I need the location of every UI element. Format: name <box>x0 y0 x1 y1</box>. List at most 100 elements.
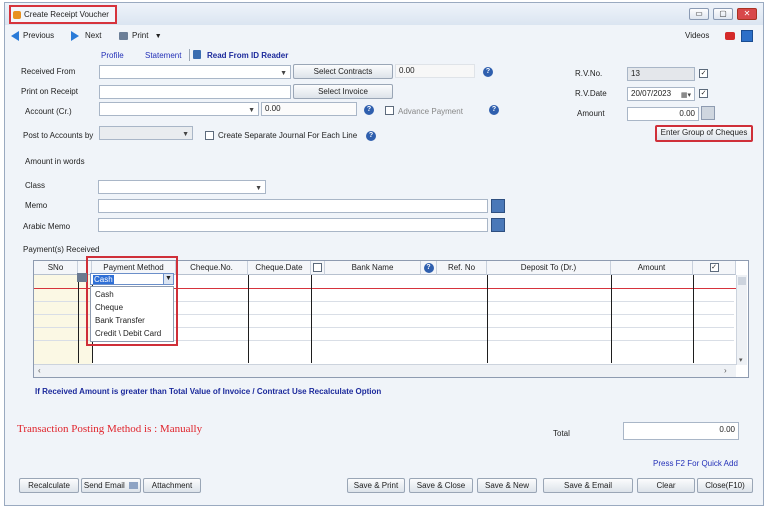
payment-method-combo[interactable]: Cash ▼ <box>90 273 174 285</box>
toolbar: Previous Next Print ▼ Videos <box>5 25 763 47</box>
vertical-scrollbar[interactable]: ▾ <box>736 275 747 365</box>
window-layout-icon[interactable] <box>741 30 753 42</box>
received-from-label: Received From <box>21 67 76 76</box>
dropdown-option-bank-transfer[interactable]: Bank Transfer <box>95 314 145 327</box>
total-field: 0.00 <box>623 422 739 440</box>
youtube-icon[interactable] <box>725 32 735 40</box>
statement-link[interactable]: Statement <box>145 51 181 60</box>
recalculate-button[interactable]: Recalculate <box>19 478 79 493</box>
enter-group-cheques-button[interactable]: Enter Group of Cheques <box>655 125 753 142</box>
print-on-receipt-input[interactable] <box>99 85 291 99</box>
select-contracts-button[interactable]: Select Contracts <box>293 64 393 79</box>
amount-label: Amount <box>577 109 605 118</box>
id-card-icon <box>193 50 201 59</box>
dropdown-option-cash[interactable]: Cash <box>95 288 114 301</box>
rv-no-field: 13 <box>627 67 695 81</box>
received-from-combo[interactable]: ▼ <box>99 65 291 79</box>
column-header[interactable]: Bank Name <box>325 261 421 275</box>
save-new-button[interactable]: Save & New <box>477 478 537 493</box>
rv-date-picker[interactable]: 20/07/2023 ▦▾ <box>627 87 695 101</box>
column-header[interactable]: Amount <box>611 261 693 275</box>
column-header[interactable]: SNo <box>34 261 78 275</box>
title-bar: Create Receipt Voucher ▭ ▢ ✕ <box>5 3 763 25</box>
column-divider <box>311 275 312 363</box>
save-close-button[interactable]: Save & Close <box>409 478 473 493</box>
column-divider <box>78 275 79 363</box>
help-icon[interactable]: ? <box>489 105 499 115</box>
amount-checkbox[interactable]: ✓ <box>709 263 719 272</box>
rv-date-checkbox[interactable]: ✓ <box>699 89 708 98</box>
column-header[interactable]: Cheque.Date <box>248 261 311 275</box>
close-window-button[interactable]: ✕ <box>737 8 757 20</box>
calculator-icon[interactable] <box>701 106 715 120</box>
arrow-left-icon <box>11 30 19 41</box>
scroll-down-icon[interactable]: ▾ <box>739 356 743 364</box>
chevron-down-icon: ▼ <box>255 185 262 192</box>
window-title-box: Create Receipt Voucher <box>9 5 117 24</box>
print-button[interactable]: Print ▼ <box>119 29 162 43</box>
select-invoice-button[interactable]: Select Invoice <box>293 84 393 99</box>
send-email-button[interactable]: Send Email <box>81 478 141 493</box>
post-to-combo[interactable]: ▼ <box>99 126 193 140</box>
window-title: Create Receipt Voucher <box>24 10 109 19</box>
attachment-button[interactable]: Attachment <box>143 478 201 493</box>
divider <box>189 49 190 61</box>
previous-button[interactable]: Previous <box>11 29 54 43</box>
class-label: Class <box>25 181 46 190</box>
printer-icon <box>119 31 128 40</box>
scroll-left-icon[interactable]: ‹ <box>38 366 41 375</box>
scrollbar-thumb[interactable] <box>738 277 746 285</box>
close-button[interactable]: Close(F10) <box>697 478 753 493</box>
account-amount: 0.00 <box>261 102 357 116</box>
payment-method-dropdown: Cash Cheque Bank Transfer Credit \ Debit… <box>90 286 174 342</box>
calendar-icon: ▦▾ <box>680 92 691 99</box>
help-icon[interactable]: ? <box>483 67 493 77</box>
keyboard-icon[interactable] <box>491 218 505 232</box>
memo-label: Memo <box>25 201 48 210</box>
class-combo[interactable]: ▼ <box>98 180 266 194</box>
clear-button[interactable]: Clear <box>637 478 695 493</box>
horizontal-scrollbar[interactable]: ‹ › <box>34 364 736 377</box>
chevron-down-icon: ▼ <box>182 131 189 138</box>
account-combo[interactable]: ▼ <box>99 102 259 116</box>
column-header[interactable]: Cheque.No. <box>176 261 248 275</box>
total-label: Total <box>553 429 570 438</box>
column-header[interactable]: Ref. No <box>437 261 487 275</box>
save-email-button[interactable]: Save & Email <box>543 478 633 493</box>
next-button[interactable]: Next <box>71 29 101 43</box>
minimize-button[interactable]: ▭ <box>689 8 709 20</box>
chevron-down-icon: ▼ <box>154 33 162 40</box>
read-id-link[interactable]: Read From ID Reader <box>207 51 288 60</box>
column-header[interactable]: Deposit To (Dr.) <box>487 261 611 275</box>
select-all-checkbox[interactable] <box>313 263 322 272</box>
profile-link[interactable]: Profile <box>101 51 124 60</box>
separate-journal-checkbox[interactable] <box>205 131 214 140</box>
chevron-down-icon[interactable]: ▼ <box>163 274 173 284</box>
posting-method-text: Transaction Posting Method is : Manually <box>17 423 203 435</box>
arrow-right-icon <box>71 30 79 41</box>
help-icon[interactable]: ? <box>366 131 376 141</box>
separate-journal-label: Create Separate Journal For Each Line <box>218 131 358 140</box>
restore-button[interactable]: ▢ <box>713 8 733 20</box>
dropdown-option-cheque[interactable]: Cheque <box>95 301 123 314</box>
column-divider <box>611 275 612 363</box>
receipt-voucher-window: Create Receipt Voucher ▭ ▢ ✕ Previous Ne… <box>4 2 764 506</box>
rv-no-label: R.V.No. <box>575 69 603 78</box>
save-print-button[interactable]: Save & Print <box>347 478 405 493</box>
advance-payment-checkbox[interactable] <box>385 106 394 115</box>
payments-section-label: Payment(s) Received <box>23 245 100 254</box>
arabic-memo-label: Arabic Memo <box>23 222 71 231</box>
advance-payment-label: Advance Payment <box>398 107 463 116</box>
quick-add-hint: Press F2 For Quick Add <box>653 459 738 468</box>
scroll-right-icon[interactable]: › <box>724 366 727 375</box>
help-icon[interactable]: ? <box>364 105 374 115</box>
column-divider <box>487 275 488 363</box>
arabic-memo-input[interactable] <box>98 218 488 232</box>
help-icon[interactable]: ? <box>423 263 434 273</box>
rv-no-checkbox[interactable]: ✓ <box>699 69 708 78</box>
post-to-label: Post to Accounts by <box>23 131 94 140</box>
keyboard-icon[interactable] <box>491 199 505 213</box>
amount-field[interactable]: 0.00 <box>627 107 699 121</box>
memo-input[interactable] <box>98 199 488 213</box>
dropdown-option-card[interactable]: Credit \ Debit Card <box>95 327 161 340</box>
